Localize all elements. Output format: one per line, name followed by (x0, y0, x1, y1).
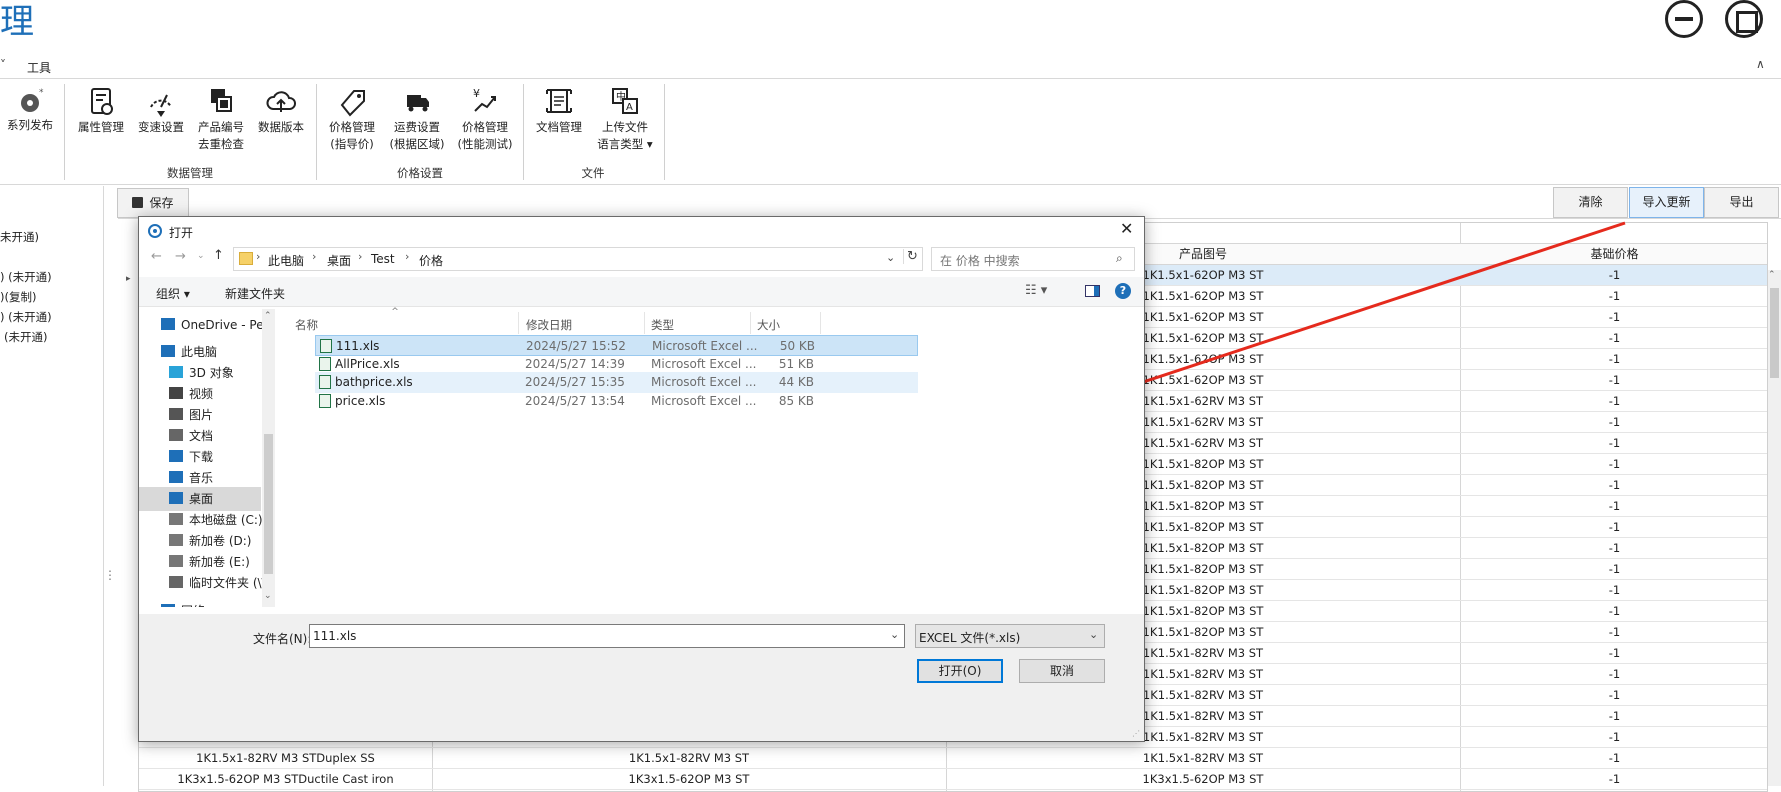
chevron-right-icon: › (358, 250, 363, 263)
cloud-icon (161, 318, 175, 330)
document-icon (169, 429, 183, 441)
nav-item-label: 视频 (189, 387, 214, 401)
address-dropdown-icon[interactable]: ⌄ (886, 251, 895, 264)
nav-item-label: 3D 对象 (189, 366, 234, 380)
refresh-icon[interactable]: ↻ (903, 249, 918, 264)
breadcrumb-price[interactable]: 价格 (419, 252, 443, 269)
file-name: price.xls (335, 393, 386, 408)
file-modified: 2024/5/27 14:39 (525, 356, 625, 371)
excel-file-icon (319, 393, 331, 408)
cube-icon (169, 366, 183, 378)
nav-item-label: 桌面 (189, 492, 214, 506)
file-type: Microsoft Excel ... (651, 393, 757, 408)
file-modified: 2024/5/27 13:54 (525, 393, 625, 408)
filetype-value: EXCEL 文件(*.xls) (919, 631, 1021, 645)
network-icon (161, 604, 175, 607)
dialog-app-icon (148, 224, 162, 241)
drive-icon (169, 513, 183, 525)
file-type: Microsoft Excel ... (651, 356, 757, 371)
filename-input[interactable]: 111.xls (313, 629, 356, 643)
new-folder-button[interactable]: 新建文件夹 (225, 285, 285, 302)
nav-item-label: 网络 (181, 604, 205, 607)
column-size[interactable]: 大小 (757, 317, 780, 333)
nav-item[interactable]: OneDrive - Perso (139, 313, 275, 337)
scroll-thumb[interactable] (264, 434, 273, 574)
download-icon (169, 450, 183, 462)
filename-label: 文件名(N): (253, 632, 312, 646)
nav-item-label: 图片 (189, 408, 214, 422)
file-size: 44 KB (778, 375, 814, 389)
music-icon (169, 471, 183, 483)
close-icon[interactable]: ✕ (1120, 219, 1133, 238)
recent-dropdown-icon[interactable]: ⌄ (197, 251, 205, 261)
picture-icon (169, 408, 183, 420)
search-box[interactable]: 在 价格 中搜索 ⌕ (931, 247, 1135, 271)
nav-item-label: 新加卷 (E:) (189, 555, 250, 569)
open-button[interactable]: 打开(O) (917, 659, 1003, 683)
chevron-right-icon: › (256, 250, 261, 263)
nav-item[interactable]: 网络 (139, 599, 261, 607)
nav-item-label: 新加卷 (D:) (189, 534, 252, 548)
help-icon[interactable]: ? (1115, 283, 1131, 299)
nav-item-label: 本地磁盘 (C:) (189, 513, 263, 527)
navigation-pane: OneDrive - Perso 此电脑 3D 对象视频图片文档下载音乐桌面本地磁盘… (139, 309, 275, 607)
search-icon[interactable]: ⌕ (1116, 251, 1123, 266)
chevron-down-icon: ⌄ (1089, 628, 1099, 641)
excel-file-icon (319, 375, 331, 389)
chevron-right-icon: › (405, 250, 410, 263)
drive-icon (169, 534, 183, 546)
preview-pane-icon[interactable] (1085, 285, 1100, 297)
file-row[interactable]: price.xls 2024/5/27 13:54 Microsoft Excel … (315, 391, 918, 412)
scroll-down-icon[interactable]: ⌄ (264, 591, 272, 601)
column-modified[interactable]: 修改日期 (526, 317, 572, 333)
desktop-icon (169, 492, 183, 504)
organize-button[interactable]: 组织 ▾ (156, 285, 190, 302)
file-size: 85 KB (778, 393, 814, 408)
file-name: bathprice.xls (335, 375, 413, 389)
nav-scrollbar[interactable]: ⌃ ⌄ (262, 309, 275, 607)
nav-item-label: OneDrive - Perso (181, 318, 275, 332)
breadcrumb-test[interactable]: Test (371, 252, 395, 266)
excel-file-icon (320, 339, 332, 353)
open-file-dialog: 打开 ✕ ← → ⌄ ↑ › 此电脑 › 桌面 › Test › 价格 ⌄ ↻ … (138, 216, 1145, 742)
breadcrumb-pc[interactable]: 此电脑 (268, 252, 304, 269)
sort-indicator-icon: ^ (391, 307, 399, 317)
drive-icon (169, 555, 183, 567)
breadcrumb-desktop[interactable]: 桌面 (327, 252, 351, 269)
folder-icon (239, 252, 253, 265)
chevron-down-icon[interactable]: ⌄ (890, 628, 899, 641)
up-arrow-icon[interactable]: ↑ (213, 248, 224, 263)
video-icon (169, 387, 183, 399)
search-input[interactable]: 在 价格 中搜索 (940, 252, 1020, 269)
nav-item-label: 此电脑 (181, 345, 218, 359)
nav-item-label: 音乐 (189, 471, 214, 485)
column-name[interactable]: 名称 (295, 317, 318, 333)
network-drive-icon (169, 576, 183, 588)
filetype-select[interactable]: EXCEL 文件(*.xls) ⌄ (915, 624, 1105, 648)
computer-icon (161, 345, 175, 357)
column-type[interactable]: 类型 (651, 317, 674, 333)
file-type: Microsoft Excel ... (651, 375, 757, 389)
command-bar (139, 277, 1144, 307)
nav-item-label: 文档 (189, 429, 214, 443)
forward-arrow-icon[interactable]: → (175, 249, 186, 264)
chevron-right-icon: › (312, 250, 317, 263)
cancel-button[interactable]: 取消 (1019, 659, 1105, 683)
file-name: AllPrice.xls (335, 356, 400, 371)
scroll-up-icon[interactable]: ⌃ (264, 311, 272, 321)
dialog-title: 打开 (169, 226, 194, 240)
address-bar[interactable]: › 此电脑 › 桌面 › Test › 价格 ⌄ ↻ (233, 247, 923, 271)
filename-field[interactable]: 111.xls ⌄ (309, 624, 905, 648)
view-options-icon[interactable]: ☷ ▾ (1025, 283, 1047, 298)
back-arrow-icon[interactable]: ← (151, 249, 162, 264)
nav-item[interactable]: 临时文件夹 (\\yi (139, 571, 275, 595)
file-size: 51 KB (778, 356, 814, 371)
excel-file-icon (319, 356, 331, 371)
resize-grip-icon[interactable]: ⋰ (1132, 729, 1140, 738)
file-modified: 2024/5/27 15:35 (525, 375, 625, 389)
nav-item-label: 下载 (189, 450, 214, 464)
